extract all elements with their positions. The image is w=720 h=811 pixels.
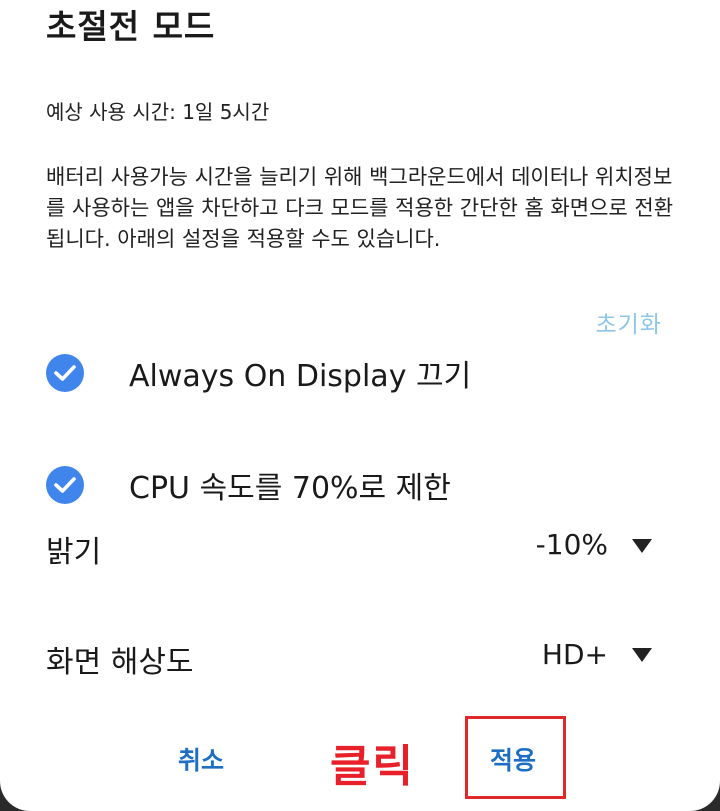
mode-description: 배터리 사용가능 시간을 늘리기 위해 백그라운드에서 데이터나 위치정보를 사… bbox=[46, 165, 674, 251]
brightness-value[interactable]: -10% bbox=[536, 528, 608, 561]
dialog-title: 초절전 모드 bbox=[46, 7, 216, 46]
cancel-button[interactable]: 취소 bbox=[178, 741, 224, 777]
resolution-label: 화면 해상도 bbox=[46, 645, 194, 680]
checkbox-checked-icon[interactable] bbox=[46, 466, 84, 504]
option-cpu-limit[interactable]: CPU 속도를 70%로 제한 bbox=[46, 463, 451, 507]
checkmark-icon bbox=[54, 477, 76, 493]
dropdown-arrow-icon[interactable] bbox=[632, 539, 652, 553]
option-always-on-display[interactable]: Always On Display 끄기 bbox=[46, 351, 471, 395]
click-annotation: 클릭 bbox=[330, 741, 415, 792]
reset-button[interactable]: 초기화 bbox=[596, 305, 662, 339]
ultra-power-saving-dialog: 초절전 모드 예상 사용 시간: 1일 5시간 배터리 사용가능 시간을 늘리기… bbox=[0, 0, 720, 811]
option-label: Always On Display 끄기 bbox=[129, 359, 472, 394]
option-label: CPU 속도를 70%로 제한 bbox=[129, 471, 451, 506]
brightness-label: 밝기 bbox=[46, 535, 102, 570]
estimated-usage-time: 예상 사용 시간: 1일 5시간 bbox=[46, 100, 270, 124]
checkmark-icon bbox=[54, 365, 76, 381]
resolution-value[interactable]: HD+ bbox=[542, 638, 608, 671]
dropdown-arrow-icon[interactable] bbox=[632, 648, 652, 662]
highlight-box bbox=[465, 716, 566, 799]
checkbox-checked-icon[interactable] bbox=[46, 354, 84, 392]
